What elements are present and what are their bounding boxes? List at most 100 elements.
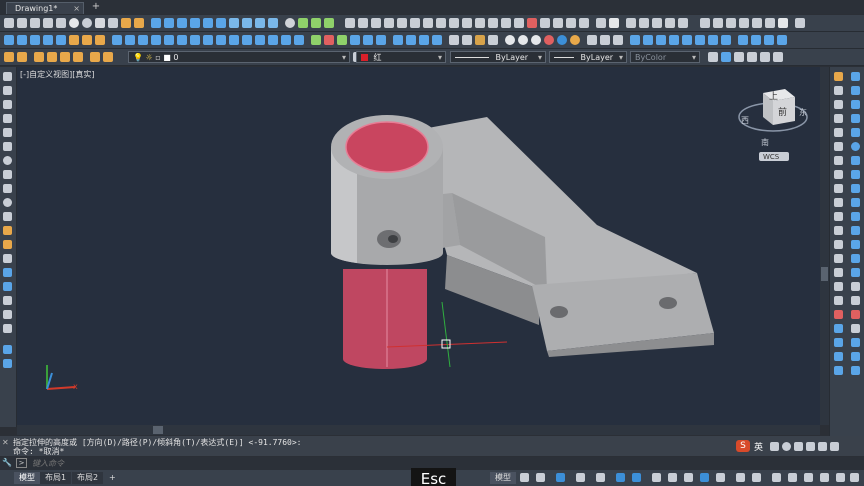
- fly-icon[interactable]: [613, 35, 623, 45]
- layer-match-icon[interactable]: [73, 52, 83, 62]
- ellipse-arc-icon[interactable]: [3, 212, 12, 221]
- blend-curves-icon[interactable]: [834, 296, 843, 305]
- region-icon[interactable]: [3, 296, 12, 305]
- circle-icon[interactable]: [3, 156, 12, 165]
- table-draw-icon[interactable]: [3, 310, 12, 319]
- visual-style-realistic-icon[interactable]: [419, 35, 429, 45]
- material-orange-icon[interactable]: [570, 35, 580, 45]
- isometric-icon[interactable]: [596, 473, 605, 482]
- clean-icon[interactable]: [255, 35, 265, 45]
- helix-icon[interactable]: [777, 35, 787, 45]
- dimension-space-icon[interactable]: [475, 18, 485, 28]
- snap-from-icon[interactable]: [851, 296, 860, 305]
- camera-icon[interactable]: [587, 35, 597, 45]
- named-views-icon[interactable]: [3, 345, 12, 354]
- 3d-snap-vertex-icon[interactable]: [851, 352, 860, 361]
- ucs-previous-icon[interactable]: [324, 18, 334, 28]
- polyline-icon[interactable]: [3, 100, 12, 109]
- properties-icon[interactable]: [700, 18, 710, 28]
- break-at-point-icon[interactable]: [834, 226, 843, 235]
- 3d-mirror-icon[interactable]: [363, 35, 373, 45]
- dimension-style-icon[interactable]: [596, 18, 606, 28]
- check-icon[interactable]: [294, 35, 304, 45]
- drawing-viewport[interactable]: [-]自定义视图][真实] x 上 前 西 东 南 WCS: [17, 67, 820, 425]
- 3d-object-snap-icon[interactable]: [700, 473, 709, 482]
- dimension-diameter-icon[interactable]: [410, 18, 420, 28]
- rotate-faces-icon[interactable]: [164, 35, 174, 45]
- cylinder-icon[interactable]: [17, 18, 27, 28]
- viewcube[interactable]: 上 前 西 东 南 WCS: [738, 89, 808, 161]
- plotstyle-dropdown[interactable]: ByColor ▾: [630, 51, 700, 63]
- walk-icon[interactable]: [600, 35, 610, 45]
- subtract-icon[interactable]: [82, 35, 92, 45]
- viewports-icon[interactable]: [3, 359, 12, 368]
- point-filters-icon[interactable]: [851, 324, 860, 333]
- zoom-window-icon[interactable]: [30, 35, 40, 45]
- convert-to-solid-icon[interactable]: [695, 35, 705, 45]
- snap-tangent-icon[interactable]: [851, 170, 860, 179]
- orbit-icon[interactable]: [285, 18, 295, 28]
- linetype-dropdown[interactable]: ByLayer ▾: [450, 51, 546, 63]
- 3d-rotate-icon[interactable]: [324, 35, 334, 45]
- move-faces-icon[interactable]: [125, 35, 135, 45]
- dimension-radius-icon[interactable]: [397, 18, 407, 28]
- layer-freeze-icon[interactable]: [90, 52, 100, 62]
- cone-solid-icon[interactable]: [108, 18, 118, 28]
- sun-icon[interactable]: [505, 35, 515, 45]
- help-icon[interactable]: [778, 18, 788, 28]
- rotate-icon[interactable]: [834, 156, 843, 165]
- extend-icon[interactable]: [834, 212, 843, 221]
- torus-icon[interactable]: [82, 18, 92, 28]
- tab-model[interactable]: 模型: [14, 472, 40, 484]
- multileader-style-icon[interactable]: [652, 18, 662, 28]
- view-bottom-icon[interactable]: [164, 18, 174, 28]
- lineweight-display-icon[interactable]: [652, 473, 661, 482]
- view-sw-iso-icon[interactable]: [229, 18, 239, 28]
- snap-parallel-icon[interactable]: [851, 198, 860, 207]
- text-icon[interactable]: [734, 52, 744, 62]
- skin-icon[interactable]: [818, 442, 827, 451]
- ellipse-icon[interactable]: [3, 198, 12, 207]
- wedge-icon[interactable]: [43, 18, 53, 28]
- spline-icon[interactable]: [3, 184, 12, 193]
- object-snap-icon[interactable]: [632, 473, 641, 482]
- cone-icon[interactable]: [30, 18, 40, 28]
- drawing-tab[interactable]: Drawing1* ×: [6, 2, 84, 14]
- sheet-set-icon[interactable]: [739, 18, 749, 28]
- annotation-scale-icon[interactable]: [736, 473, 745, 482]
- dynamic-ucs-icon[interactable]: [716, 473, 725, 482]
- erase-icon[interactable]: [834, 72, 843, 81]
- layer-off-icon[interactable]: [103, 52, 113, 62]
- dimension-aligned-icon[interactable]: [358, 18, 368, 28]
- stretch-icon[interactable]: [834, 184, 843, 193]
- break-icon[interactable]: [834, 240, 843, 249]
- add-layout-button[interactable]: +: [104, 472, 121, 484]
- trim-icon[interactable]: [834, 198, 843, 207]
- polar-tracking-icon[interactable]: [576, 473, 585, 482]
- dimension-break-icon[interactable]: [488, 18, 498, 28]
- visual-style-hidden-icon[interactable]: [406, 35, 416, 45]
- insert-icon[interactable]: [773, 52, 783, 62]
- mid-between-icon[interactable]: [851, 310, 860, 319]
- visual-style-conceptual-icon[interactable]: [432, 35, 442, 45]
- extract-edges-icon[interactable]: [721, 35, 731, 45]
- snap-extension-icon[interactable]: [851, 128, 860, 137]
- copy-edges-icon[interactable]: [216, 35, 226, 45]
- new-tab-button[interactable]: +: [90, 2, 102, 13]
- command-prompt-icon[interactable]: >: [16, 458, 27, 468]
- offset-faces-icon[interactable]: [138, 35, 148, 45]
- hatch-icon[interactable]: [3, 268, 12, 277]
- presspull-icon[interactable]: [764, 35, 774, 45]
- box-icon[interactable]: [4, 18, 14, 28]
- rectangle-icon[interactable]: [3, 128, 12, 137]
- snap-perpendicular-icon[interactable]: [851, 184, 860, 193]
- separate-icon[interactable]: [268, 35, 278, 45]
- ucs-world-icon[interactable]: [311, 18, 321, 28]
- material-blue-icon[interactable]: [557, 35, 567, 45]
- fillet-icon[interactable]: [834, 282, 843, 291]
- multiline-text-icon[interactable]: [3, 324, 12, 333]
- pan-icon[interactable]: [4, 35, 14, 45]
- sweep-icon[interactable]: [738, 35, 748, 45]
- zoom-previous-icon[interactable]: [43, 35, 53, 45]
- 3d-move-icon[interactable]: [311, 35, 321, 45]
